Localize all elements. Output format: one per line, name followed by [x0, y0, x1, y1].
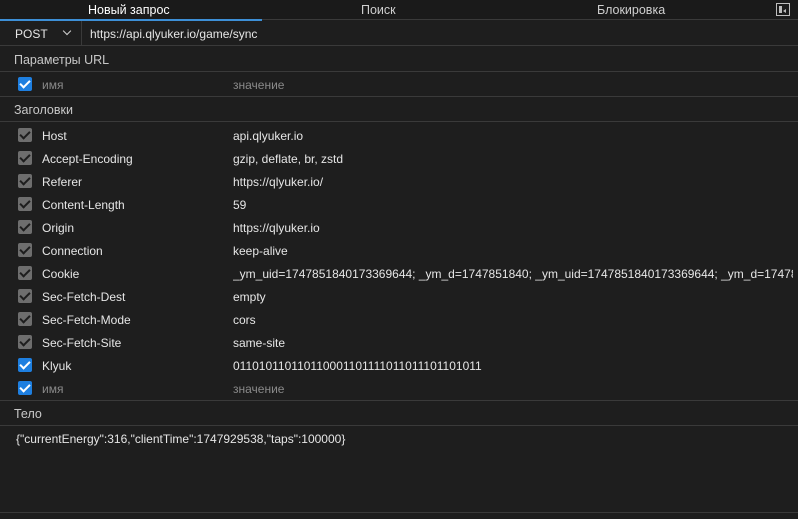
header-row: Cookie _ym_uid=1747851840173369644; _ym_…: [0, 262, 798, 285]
header-checkbox[interactable]: [18, 312, 32, 326]
params-section-header: Параметры URL: [0, 47, 798, 72]
header-value[interactable]: api.qlyuker.io: [233, 129, 793, 143]
header-value[interactable]: gzip, deflate, br, zstd: [233, 152, 793, 166]
header-checkbox[interactable]: [18, 151, 32, 165]
params-value-input[interactable]: значение: [233, 78, 793, 92]
method-select[interactable]: POST: [0, 21, 82, 45]
body-section-title: Тело: [14, 407, 42, 421]
header-checkbox[interactable]: [18, 197, 32, 211]
header-value[interactable]: empty: [233, 290, 793, 304]
header-name[interactable]: Content-Length: [42, 198, 125, 212]
header-row: Connection keep-alive: [0, 239, 798, 262]
tab-search[interactable]: Поиск: [361, 3, 396, 17]
chevron-down-icon: [62, 26, 72, 36]
header-value-input[interactable]: значение: [233, 382, 793, 396]
params-section-title: Параметры URL: [14, 53, 110, 67]
header-row: Content-Length 59: [0, 193, 798, 216]
header-value[interactable]: 011010110110110001101111011011101101011: [233, 359, 793, 373]
header-name-input[interactable]: имя: [42, 382, 63, 396]
params-new-checkbox[interactable]: [18, 77, 32, 91]
header-row: Host api.qlyuker.io: [0, 124, 798, 147]
header-value[interactable]: _ym_uid=1747851840173369644; _ym_d=17478…: [233, 267, 793, 281]
header-new-row: имя значение: [0, 377, 798, 400]
header-name[interactable]: Klyuk: [42, 359, 71, 373]
headers-section-header: Заголовки: [0, 97, 798, 122]
header-value[interactable]: cors: [233, 313, 793, 327]
header-row: Accept-Encoding gzip, deflate, br, zstd: [0, 147, 798, 170]
header-checkbox[interactable]: [18, 174, 32, 188]
header-name[interactable]: Cookie: [42, 267, 79, 281]
header-row: Sec-Fetch-Site same-site: [0, 331, 798, 354]
header-row: Klyuk 0110101101101100011011110110111011…: [0, 354, 798, 377]
header-row: Sec-Fetch-Dest empty: [0, 285, 798, 308]
header-new-checkbox[interactable]: [18, 381, 32, 395]
body-section-header: Тело: [0, 401, 798, 426]
method-label: POST: [15, 27, 48, 41]
tab-new-request[interactable]: Новый запрос: [88, 3, 170, 17]
url-input[interactable]: https://api.qlyuker.io/game/sync: [90, 27, 257, 41]
header-checkbox[interactable]: [18, 243, 32, 257]
header-value[interactable]: same-site: [233, 336, 793, 350]
header-checkbox[interactable]: [18, 358, 32, 372]
header-name[interactable]: Host: [42, 129, 67, 143]
body-editor[interactable]: {"currentEnergy":316,"clientTime":174792…: [0, 426, 798, 512]
header-row: Sec-Fetch-Mode cors: [0, 308, 798, 331]
header-row: Referer https://qlyuker.io/: [0, 170, 798, 193]
header-name[interactable]: Connection: [42, 244, 103, 258]
header-checkbox[interactable]: [18, 266, 32, 280]
header-value[interactable]: https://qlyuker.io/: [233, 175, 793, 189]
params-new-row: имя значение: [0, 73, 798, 96]
header-value[interactable]: 59: [233, 198, 793, 212]
divider: [0, 512, 798, 513]
header-name[interactable]: Sec-Fetch-Mode: [42, 313, 131, 327]
header-name[interactable]: Accept-Encoding: [42, 152, 133, 166]
header-row: Origin https://qlyuker.io: [0, 216, 798, 239]
header-checkbox[interactable]: [18, 128, 32, 142]
header-name[interactable]: Sec-Fetch-Site: [42, 336, 121, 350]
body-content: {"currentEnergy":316,"clientTime":174792…: [16, 432, 346, 446]
request-line: POST https://api.qlyuker.io/game/sync: [0, 21, 798, 46]
header-checkbox[interactable]: [18, 335, 32, 349]
header-value[interactable]: https://qlyuker.io: [233, 221, 793, 235]
header-checkbox[interactable]: [18, 289, 32, 303]
header-name[interactable]: Origin: [42, 221, 74, 235]
dock-panel-icon[interactable]: [776, 3, 790, 16]
headers-section-title: Заголовки: [14, 103, 73, 117]
tab-block[interactable]: Блокировка: [597, 3, 665, 17]
header-value[interactable]: keep-alive: [233, 244, 793, 258]
header-name[interactable]: Sec-Fetch-Dest: [42, 290, 125, 304]
header-name[interactable]: Referer: [42, 175, 82, 189]
params-name-input[interactable]: имя: [42, 78, 63, 92]
tab-bar: Новый запрос Поиск Блокировка: [0, 0, 798, 21]
header-checkbox[interactable]: [18, 220, 32, 234]
